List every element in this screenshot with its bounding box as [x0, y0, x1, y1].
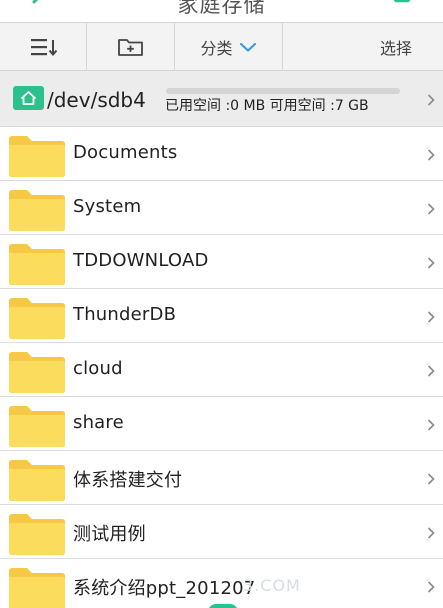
category-dropdown[interactable]: 分类 — [175, 23, 283, 70]
file-list-item[interactable]: cloud — [0, 343, 443, 397]
chevron-right-icon — [426, 93, 436, 107]
file-name: TDDOWNLOAD — [73, 250, 209, 271]
storage-usage-text: 已用空间 :0 MB 可用空间 :7 GB — [165, 98, 369, 114]
chevron-right-icon — [426, 472, 436, 486]
file-list-item[interactable]: System — [0, 181, 443, 235]
file-list-item[interactable]: 测试用例 — [0, 505, 443, 559]
file-name: 系统介绍ppt_201207 — [73, 578, 256, 599]
file-list: Documents System TDDOWNLOAD ThunderDB cloud s… — [0, 127, 443, 608]
file-name: 体系搭建交付 — [73, 470, 183, 491]
file-name: ThunderDB — [73, 304, 177, 325]
chevron-right-icon — [426, 310, 436, 324]
sort-list-icon — [31, 38, 58, 56]
watermark: 3.COM — [243, 576, 301, 595]
file-list-item[interactable]: share — [0, 397, 443, 451]
select-button[interactable]: 选择 — [283, 23, 443, 70]
title-bar: 家庭存储 — [0, 0, 443, 22]
file-name: 测试用例 — [73, 524, 146, 545]
folder-icon — [9, 298, 65, 339]
home-icon — [13, 86, 44, 110]
folder-icon — [9, 406, 65, 447]
folder-icon — [9, 352, 65, 393]
chevron-down-icon — [239, 42, 256, 52]
file-name: Documents — [73, 142, 178, 163]
file-name: share — [73, 412, 124, 433]
bottom-nav-indicator — [208, 604, 238, 608]
storage-usage-bar — [166, 88, 400, 94]
chevron-right-icon — [426, 364, 436, 378]
settings-gear-icon[interactable] — [386, 0, 418, 16]
folder-icon — [9, 514, 65, 555]
select-label: 选择 — [379, 38, 412, 58]
chevron-right-icon — [426, 202, 436, 216]
file-list-item[interactable]: ThunderDB — [0, 289, 443, 343]
category-label: 分类 — [200, 38, 233, 58]
folder-icon — [9, 190, 65, 231]
file-list-item[interactable]: Documents — [0, 127, 443, 181]
folder-icon — [9, 244, 65, 285]
new-folder-icon — [117, 38, 143, 56]
toolbar: 分类 选择 — [0, 22, 443, 71]
sort-button[interactable] — [0, 23, 87, 70]
file-list-item[interactable]: 体系搭建交付 — [0, 451, 443, 505]
chevron-right-icon — [426, 256, 436, 270]
file-list-item[interactable]: 系统介绍ppt_201207 — [0, 559, 443, 608]
file-name: cloud — [73, 358, 123, 379]
chevron-right-icon — [426, 580, 436, 594]
volume-path: /dev/sdb4 — [47, 88, 146, 112]
file-list-item[interactable]: TDDOWNLOAD — [0, 235, 443, 289]
page-title: 家庭存储 — [177, 0, 266, 17]
new-folder-button[interactable] — [87, 23, 175, 70]
chevron-right-icon — [426, 526, 436, 540]
file-name: System — [73, 196, 142, 217]
chevron-right-icon — [426, 148, 436, 162]
folder-icon — [9, 460, 65, 501]
chevron-right-icon — [426, 418, 436, 432]
storage-volume-row[interactable]: /dev/sdb4 已用空间 :0 MB 可用空间 :7 GB — [0, 71, 443, 127]
folder-icon — [9, 136, 65, 177]
folder-icon — [9, 568, 65, 608]
